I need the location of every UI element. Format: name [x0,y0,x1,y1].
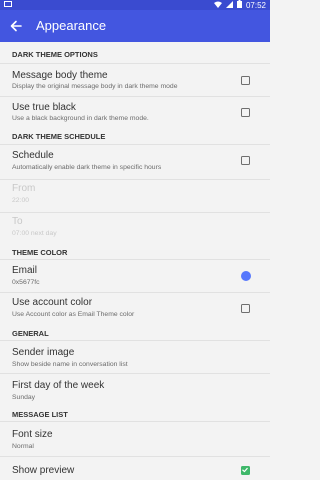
setting-title: Message body theme [12,70,108,81]
setting-title: Show preview [12,465,75,476]
setting-summary: Use Account color as Email Theme color [12,311,135,318]
setting-font-size[interactable]: Font size Normal [0,422,270,456]
schedule-checkbox[interactable] [241,156,250,165]
setting-sender-image[interactable]: Sender image Show beside name in convers… [0,341,270,373]
setting-show-preview[interactable]: Show preview [0,457,270,480]
setting-email-color[interactable]: Email 0x5677fc [0,260,270,292]
toolbar: Appearance [0,10,270,42]
setting-title: Use true black [12,102,76,113]
section-header-message-list: MESSAGE LIST [12,410,68,419]
use-true-black-checkbox[interactable] [241,108,250,117]
setting-summary: Show beside name in conversation list [12,361,128,368]
section-header-dark-theme-schedule: DARK THEME SCHEDULE [12,132,106,141]
setting-from: From 22:00 [0,180,270,212]
wifi-icon [213,1,222,11]
setting-summary: Automatically enable dark theme in speci… [12,164,162,171]
setting-summary: Display the original message body in dar… [12,83,178,90]
setting-summary: Use a black background in dark theme mod… [12,115,149,122]
setting-title: Schedule [12,150,54,161]
signal-icon [225,0,233,11]
show-preview-checkbox[interactable] [241,466,250,475]
section-header-theme-color: THEME COLOR [12,248,68,257]
setting-first-day-of-week[interactable]: First day of the week Sunday [0,374,270,408]
message-body-theme-checkbox[interactable] [241,76,250,85]
color-swatch[interactable] [241,271,251,281]
page-title: Appearance [36,18,107,33]
section-header-general: GENERAL [12,329,49,338]
checkmark-icon [242,467,248,473]
setting-use-account-color[interactable]: Use account color Use Account color as E… [0,293,270,325]
setting-summary: 22:00 [12,197,30,204]
setting-schedule[interactable]: Schedule Automatically enable dark theme… [0,145,270,179]
setting-title: To [12,216,23,227]
setting-title: Font size [12,429,53,440]
back-button[interactable] [6,16,26,36]
arrow-left-icon [10,20,22,32]
setting-summary: Normal [12,443,34,450]
setting-title: Email [12,265,38,276]
setting-use-true-black[interactable]: Use true black Use a black background in… [0,97,270,129]
setting-title: First day of the week [12,380,105,391]
setting-title: From [12,183,36,194]
setting-title: Use account color [12,297,93,308]
status-bar: 07:52 [0,0,270,10]
setting-to: To 07:00 next day [0,213,270,247]
setting-title: Sender image [12,347,75,358]
status-time: 07:52 [245,0,266,10]
setting-summary: 07:00 next day [12,230,57,237]
setting-summary: 0x5677fc [12,279,40,286]
setting-summary: Sunday [12,394,36,401]
use-account-color-checkbox[interactable] [241,304,250,313]
setting-message-body-theme[interactable]: Message body theme Display the original … [0,64,270,96]
section-header-dark-theme-options: DARK THEME OPTIONS [12,50,98,59]
